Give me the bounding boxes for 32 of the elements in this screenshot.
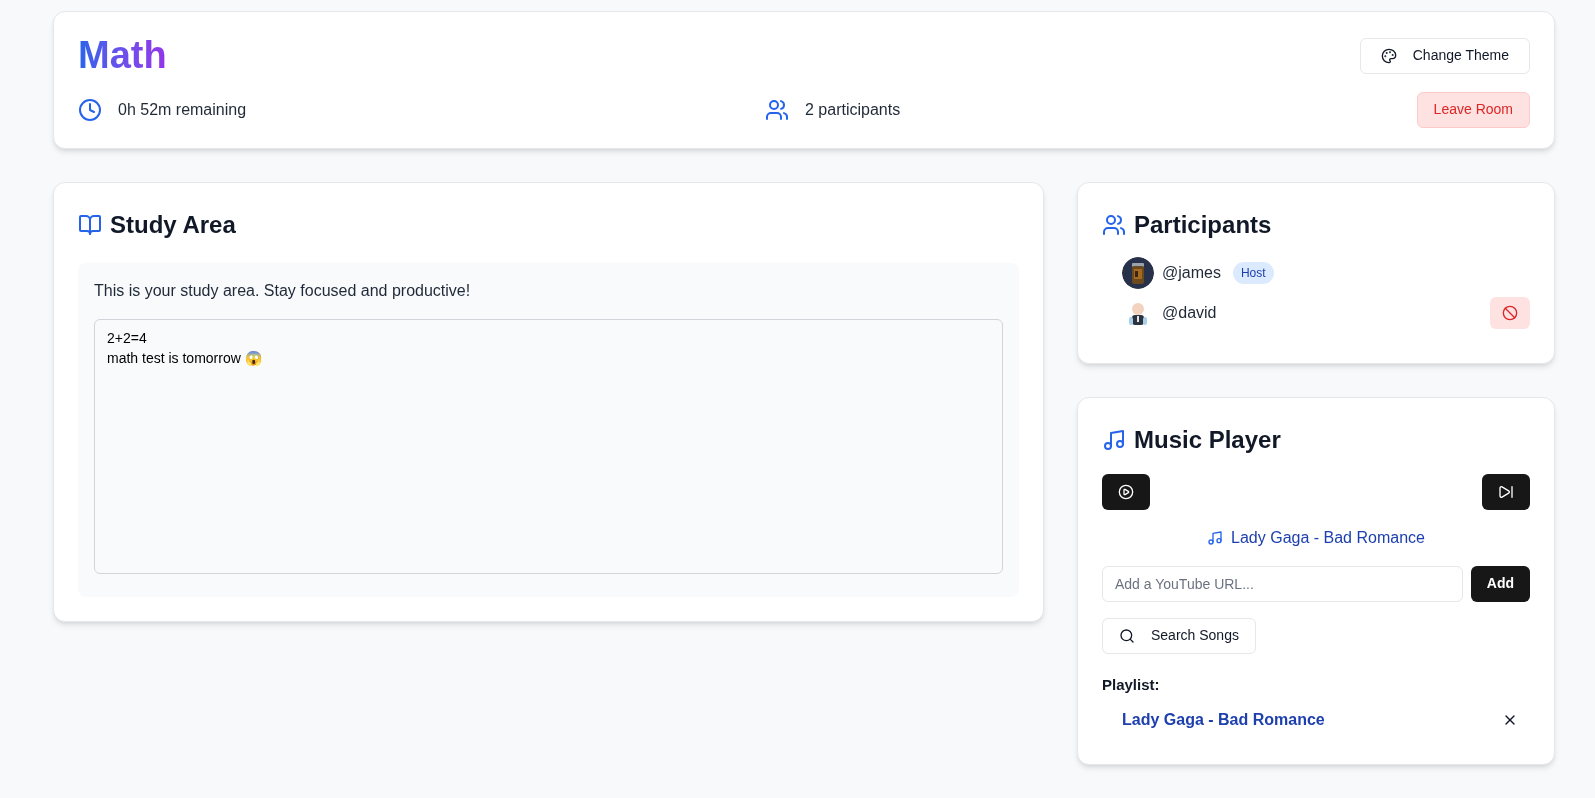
time-remaining: 0h 52m remaining (118, 99, 247, 120)
users-icon (1102, 212, 1126, 237)
study-intro: This is your study area. Stay focused and productive! (94, 280, 472, 301)
participant-name: @david (1162, 302, 1217, 323)
search-songs-button[interactable]: Search Songs (1102, 617, 1256, 654)
playlist-item[interactable]: Lady Gaga - Bad Romance (1122, 708, 1325, 732)
playlist-label: Playlist: (1102, 674, 1161, 695)
participants-title: Participants (1134, 209, 1272, 240)
skip-forward-icon (1498, 483, 1514, 500)
remove-participant-button[interactable] (1490, 296, 1530, 329)
add-button[interactable]: Add (1470, 565, 1530, 602)
skip-button[interactable] (1482, 473, 1530, 510)
clock-icon (78, 97, 102, 122)
participant-count: 2 participants (805, 99, 901, 120)
ban-icon (1502, 304, 1518, 321)
users-icon (765, 97, 789, 122)
now-playing: Lady Gaga - Bad Romance (1231, 527, 1425, 548)
change-theme-button[interactable]: Change Theme (1359, 37, 1530, 74)
book-icon (78, 212, 102, 237)
leave-room-button[interactable]: Leave Room (1416, 91, 1530, 128)
play-button[interactable] (1102, 473, 1150, 510)
study-area-title: Study Area (110, 209, 236, 240)
search-icon (1119, 627, 1135, 644)
music-note-icon (1207, 529, 1224, 546)
palette-icon (1380, 47, 1397, 64)
music-player-title: Music Player (1134, 424, 1281, 455)
notes-field[interactable]: 2+2=4 math test is tomorrow 😱 (94, 318, 1003, 574)
music-note-icon (1102, 427, 1126, 452)
url-field[interactable]: Add a YouTube URL... (1102, 565, 1463, 602)
play-icon (1118, 483, 1134, 500)
participant-name: @james (1162, 262, 1221, 283)
host-badge: Host (1232, 261, 1274, 284)
